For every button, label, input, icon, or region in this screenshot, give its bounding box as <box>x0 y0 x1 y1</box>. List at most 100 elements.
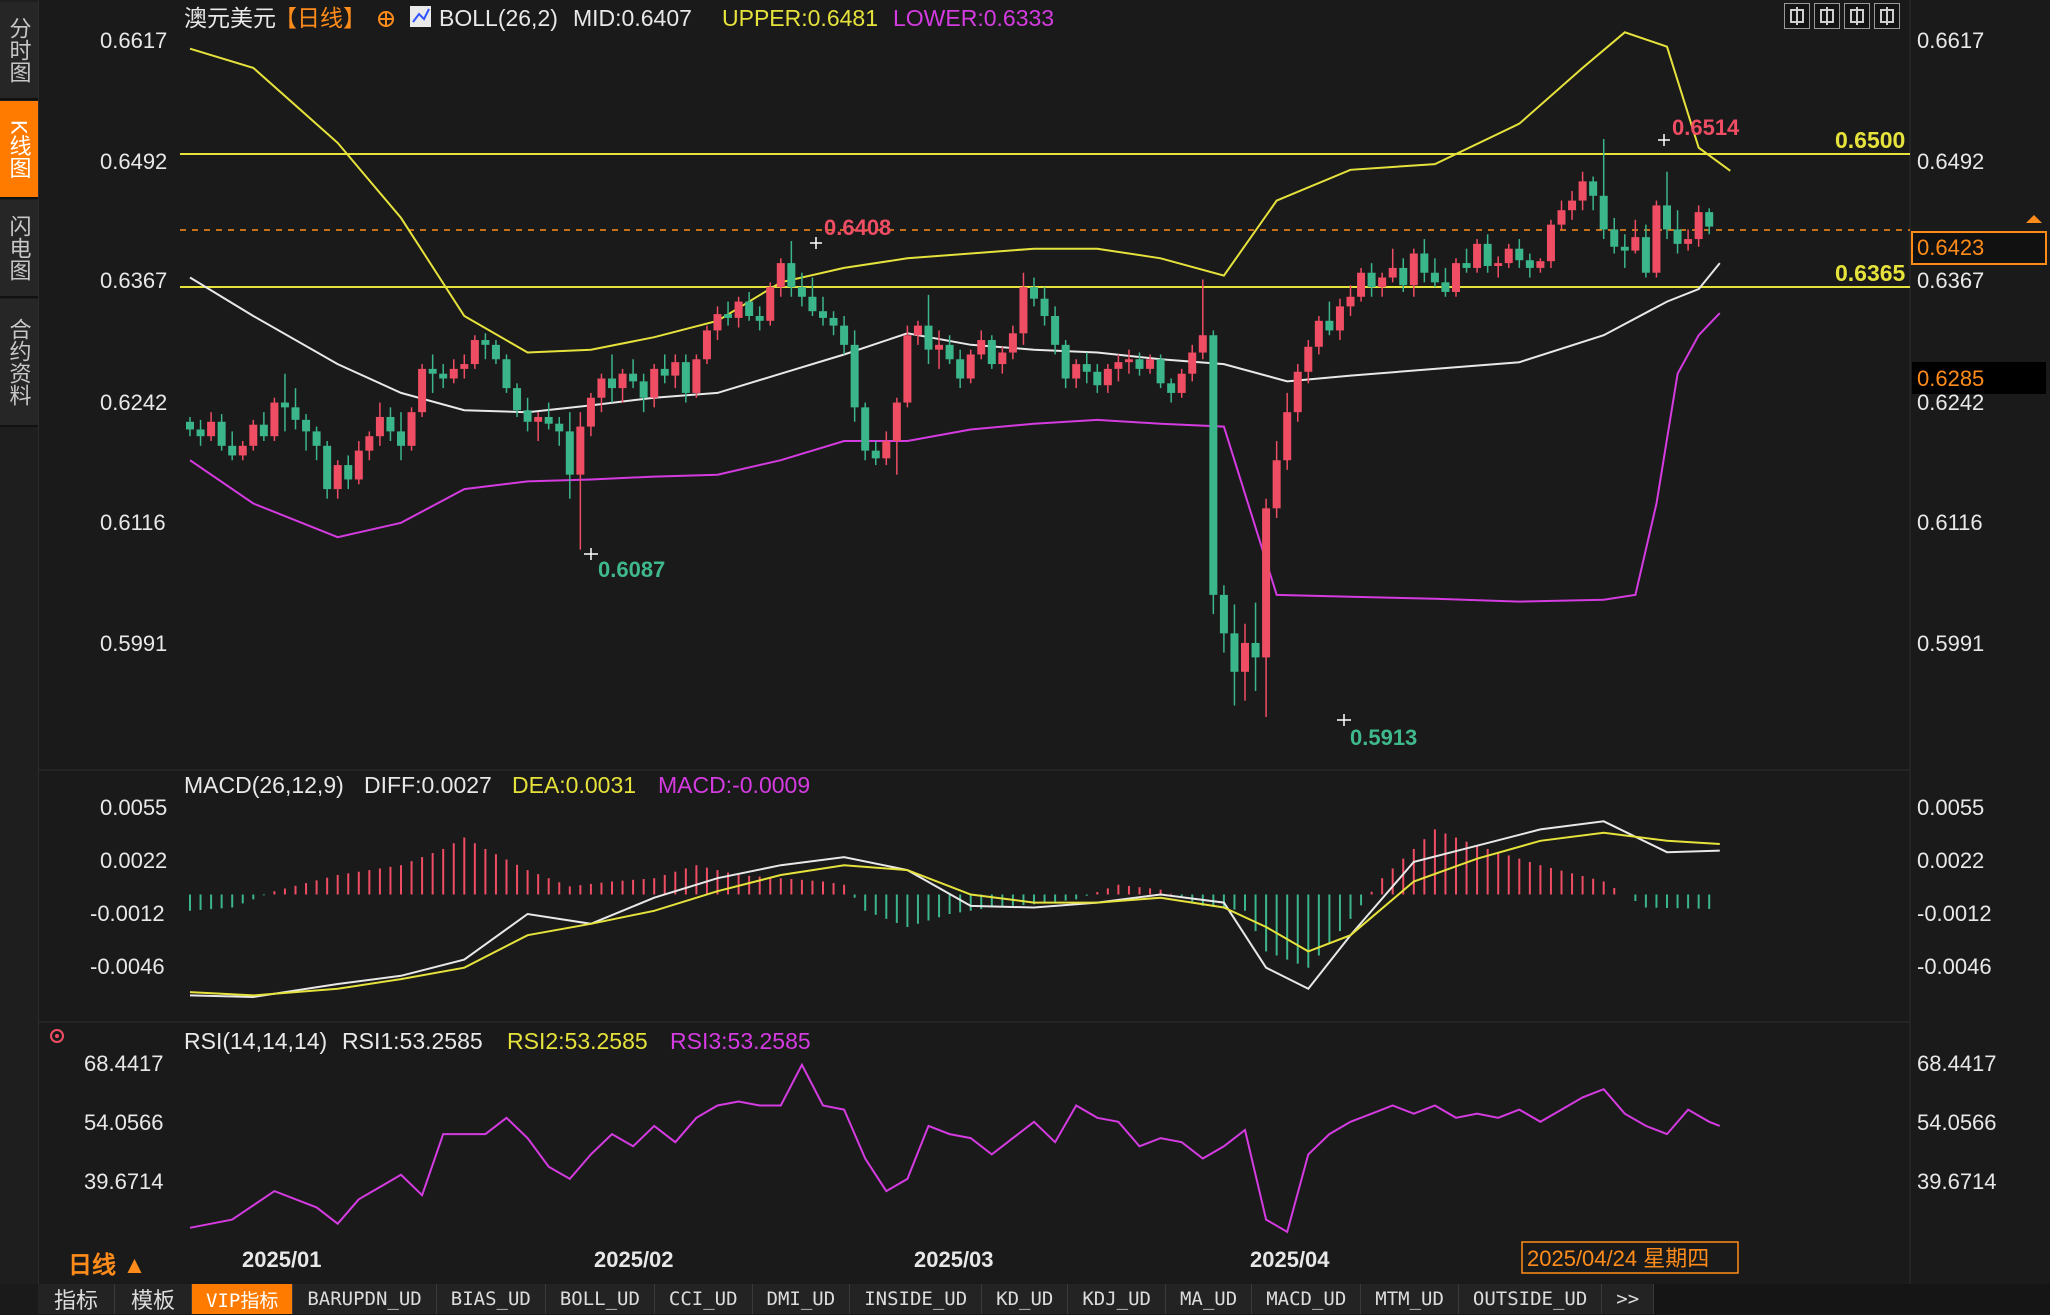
candle-body <box>1420 253 1429 273</box>
rsi-tick-left: 54.0566 <box>84 1110 164 1135</box>
candle-body <box>513 388 522 411</box>
period-selector[interactable]: 日线 ▲ <box>68 1252 146 1279</box>
tab-barupdn[interactable]: BARUPDN_UD <box>293 1284 437 1314</box>
candle-body <box>998 352 1007 365</box>
tab-kd[interactable]: KD_UD <box>982 1284 1069 1314</box>
tab-cci[interactable]: CCI_UD <box>654 1284 753 1314</box>
tab-kdj[interactable]: KDJ_UD <box>1068 1284 1166 1314</box>
price-tick-left: 0.5991 <box>100 631 167 656</box>
candle-body <box>1684 239 1693 244</box>
candle-body <box>1357 272 1366 297</box>
candle-body <box>1568 200 1577 211</box>
candle-body <box>555 423 564 432</box>
candle-body <box>1251 642 1260 658</box>
candle-body <box>365 436 374 451</box>
candle-body <box>1536 261 1545 268</box>
rsi-tick-left: 39.6714 <box>84 1169 164 1194</box>
rsi-tick-right: 39.6714 <box>1917 1169 1997 1194</box>
boll-lower-line <box>189 312 1721 603</box>
macd-tick-left: -0.0012 <box>90 901 165 926</box>
high-annotation-2: 0.6514 <box>1672 115 1740 140</box>
macd-diff-line <box>189 820 1720 999</box>
rsi-label: RSI(14,14,14) <box>184 1028 327 1054</box>
candle-body <box>375 416 384 437</box>
tab-mtm[interactable]: MTM_UD <box>1361 1284 1459 1314</box>
candle-body <box>660 368 669 376</box>
tab-more[interactable]: >> <box>1602 1284 1655 1314</box>
date-label: 2025/03 <box>914 1247 994 1272</box>
boll-bands <box>189 31 1731 603</box>
candle-body <box>671 362 680 376</box>
candle-body <box>1631 237 1640 251</box>
macd-tick-right: -0.0012 <box>1917 901 1992 926</box>
candle-body <box>608 378 616 389</box>
candle-body <box>1694 212 1703 240</box>
candle-body <box>1167 383 1176 393</box>
candle-body <box>439 373 448 379</box>
boll-upper: UPPER:0.6481 <box>722 5 878 31</box>
candlesticks <box>186 139 1714 718</box>
candle-body <box>386 416 395 432</box>
candle-body <box>1462 263 1471 268</box>
candle-body <box>924 325 933 350</box>
tab-template[interactable]: 模板 <box>115 1284 193 1314</box>
price-tick-left: 0.6116 <box>100 510 166 535</box>
candle-body <box>745 301 754 316</box>
tab-indicator[interactable]: 指标 <box>38 1284 116 1314</box>
candle-body <box>1441 282 1450 292</box>
price-tick-left: 0.6617 <box>100 28 167 53</box>
candle-body <box>1272 460 1281 509</box>
candle-body <box>956 359 965 379</box>
candle-body <box>892 402 901 442</box>
candle-body <box>1030 287 1038 299</box>
candle-body <box>1409 253 1418 286</box>
candle-body <box>1399 267 1408 286</box>
candle-body <box>491 344 500 360</box>
rsi2-value: RSI2:53.2585 <box>507 1028 648 1054</box>
candle-body <box>945 344 954 360</box>
candle-body <box>344 465 353 480</box>
candle-body <box>1283 412 1292 461</box>
candle-body <box>1388 267 1397 278</box>
resistance-label: 0.6500 <box>1835 127 1905 153</box>
price-tick-right: 0.6367 <box>1917 268 1984 293</box>
candle-body <box>1072 364 1081 379</box>
candle-body <box>1599 195 1608 230</box>
price-tick-left: 0.6242 <box>100 390 167 415</box>
candle-body <box>1652 205 1661 273</box>
tab-inside[interactable]: INSIDE_UD <box>850 1284 983 1314</box>
candle-body <box>1673 229 1682 244</box>
candle-body <box>259 424 268 437</box>
candle-body <box>1325 320 1334 331</box>
candle-body <box>1515 248 1524 261</box>
candle-body <box>1188 352 1197 374</box>
candle-body <box>1452 263 1460 292</box>
macd-tick-left: 0.0055 <box>100 795 167 820</box>
rsi-tick-right: 54.0566 <box>1917 1110 1997 1135</box>
candle-body <box>470 340 479 365</box>
candle-body <box>650 368 659 398</box>
price-tick-left: 0.6492 <box>100 149 167 174</box>
tab-boll[interactable]: BOLL_UD <box>545 1284 655 1314</box>
tab-dmi[interactable]: DMI_UD <box>752 1284 851 1314</box>
candle-body <box>977 340 986 355</box>
macd-tick-left: 0.0022 <box>100 848 167 873</box>
macd-diff: DIFF:0.0027 <box>364 772 492 798</box>
candle-body <box>217 421 226 446</box>
candle-body <box>1146 359 1155 369</box>
tab-outside[interactable]: OUTSIDE_UD <box>1458 1284 1603 1314</box>
tab-macd[interactable]: MACD_UD <box>1252 1284 1362 1314</box>
tab-ma[interactable]: MA_UD <box>1165 1284 1253 1314</box>
tab-bias[interactable]: BIAS_UD <box>436 1284 546 1314</box>
candle-body <box>1378 277 1387 288</box>
candle-body <box>565 431 574 475</box>
chart-canvas[interactable]: 澳元美元 【日线】 BOLL(26,2) MID:0.6407 UPPER:0.… <box>0 0 2050 1284</box>
candle-body <box>228 445 237 456</box>
candle-body <box>1209 335 1218 595</box>
candle-body <box>1314 320 1323 347</box>
tab-vip-indicator[interactable]: VIP指标 <box>192 1284 294 1314</box>
candle-body <box>755 315 764 321</box>
candle-body <box>460 364 469 369</box>
macd-dea: DEA:0.0031 <box>512 772 636 798</box>
candle-body <box>1610 229 1619 247</box>
